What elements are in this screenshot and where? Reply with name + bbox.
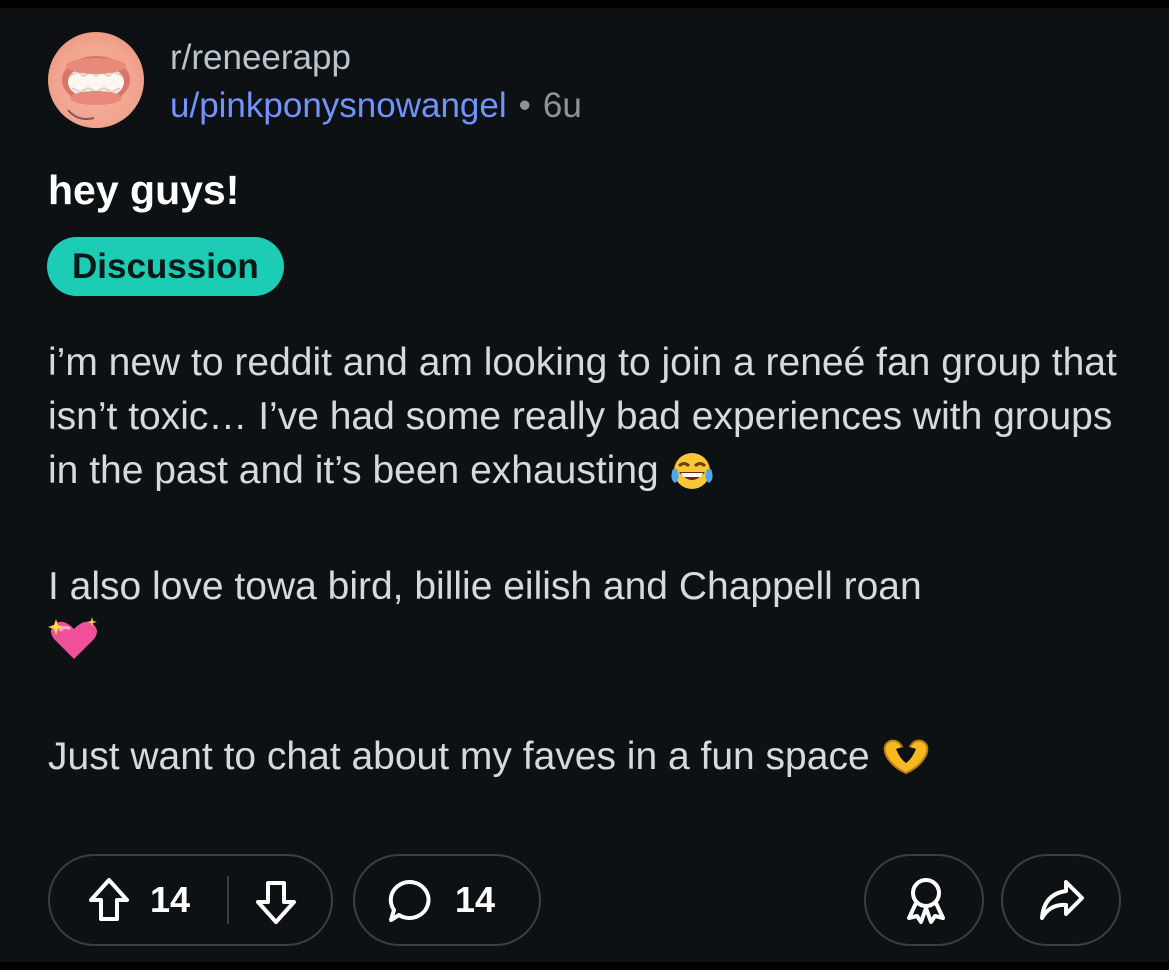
body-paragraph-text: Just want to chat about my faves in a fu…	[48, 735, 870, 778]
post-title[interactable]: hey guys!	[48, 166, 239, 214]
meta-separator: •	[518, 86, 531, 125]
vote-bar: 14	[48, 854, 333, 946]
share-icon	[1040, 880, 1084, 920]
comments-button[interactable]: 14	[353, 854, 541, 946]
body-paragraph: i’m new to reddit and am looking to join…	[48, 336, 1128, 506]
upvote-icon[interactable]	[86, 876, 132, 924]
downvote-icon[interactable]	[253, 878, 299, 926]
comment-icon	[388, 879, 431, 922]
share-button[interactable]	[1001, 854, 1121, 946]
award-button[interactable]	[864, 854, 984, 946]
heart-hands-icon	[880, 737, 932, 792]
post-body: i’m new to reddit and am looking to join…	[48, 336, 1128, 792]
post-age: 6u	[542, 86, 582, 125]
body-paragraph: Just want to chat about my faves in a fu…	[48, 730, 1128, 792]
body-paragraph: I also love towa bird, billie eilish and…	[48, 560, 1128, 676]
award-icon	[907, 878, 945, 924]
face-with-tears-of-joy-icon	[669, 451, 715, 506]
subreddit-avatar[interactable]	[48, 32, 144, 128]
flair-badge[interactable]: Discussion	[47, 237, 284, 296]
vote-divider	[227, 876, 229, 924]
comment-count: 14	[455, 879, 496, 920]
sparkling-heart-icon	[48, 617, 100, 676]
post-card: r/reneerapp u/pinkponysnowangel • 6u hey g…	[0, 8, 1169, 962]
author-link[interactable]: u/pinkponysnowangel	[170, 86, 507, 125]
subreddit-name[interactable]: r/reneerapp	[170, 38, 351, 78]
body-paragraph-text: I also love towa bird, billie eilish and…	[48, 565, 922, 608]
upvote-count: 14	[150, 879, 191, 920]
body-paragraph-text: i’m new to reddit and am looking to join…	[48, 341, 1117, 492]
post-meta: u/pinkponysnowangel • 6u	[170, 86, 582, 126]
